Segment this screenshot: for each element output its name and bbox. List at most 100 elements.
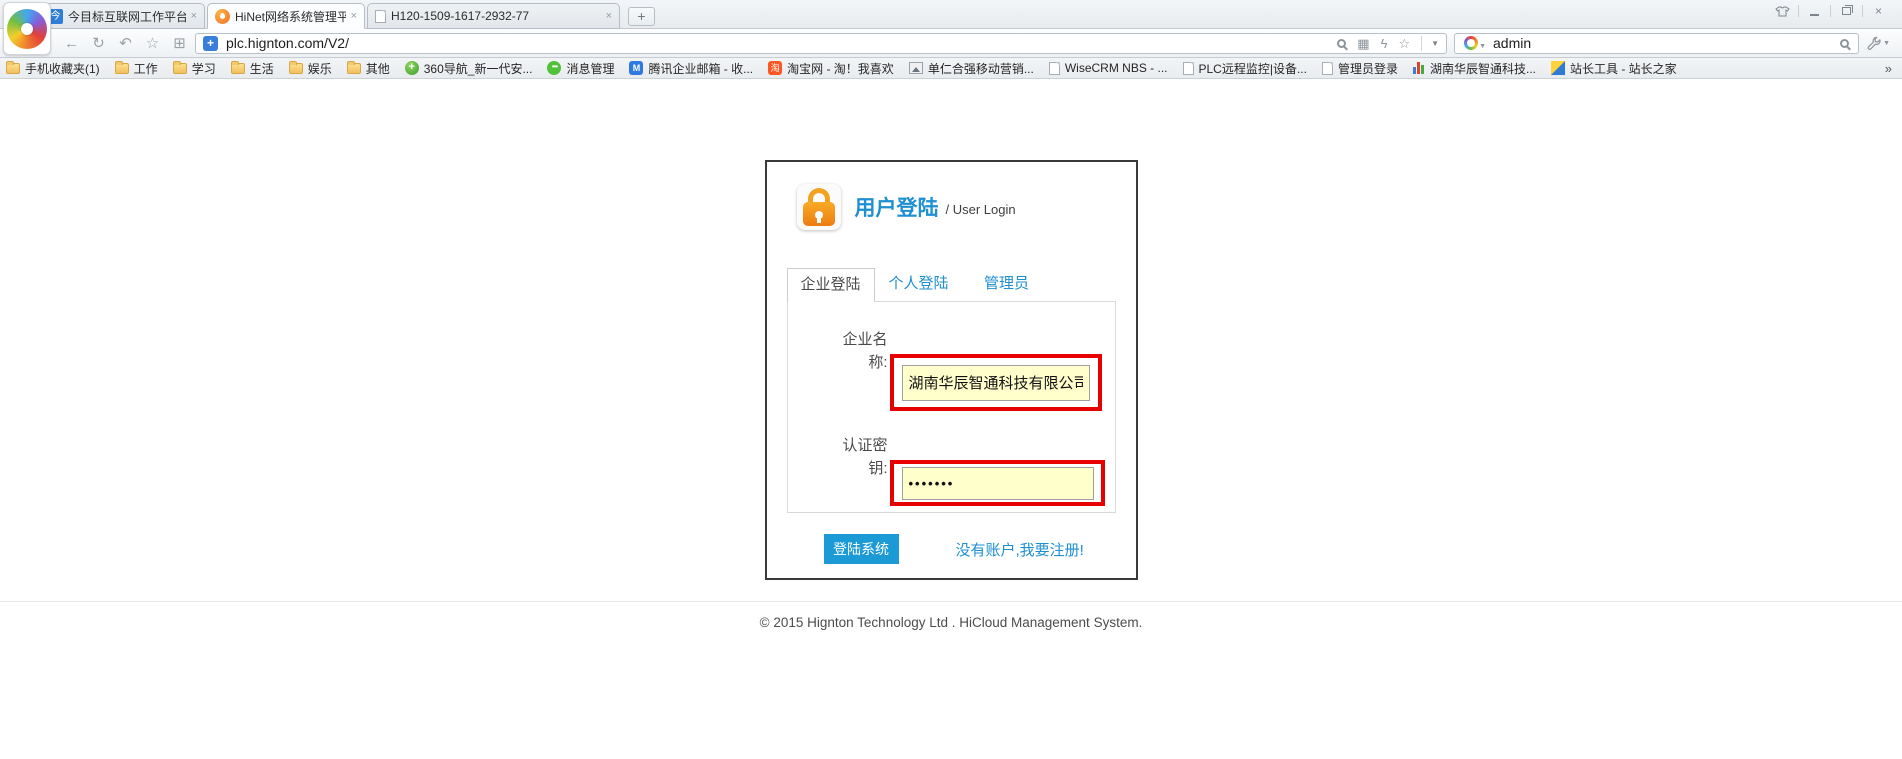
- page-icon: [1322, 62, 1333, 75]
- bookmark-folder-mobile[interactable]: 手机收藏夹(1): [6, 60, 100, 77]
- bookmark-taobao[interactable]: 淘淘宝网 - 淘！我喜欢: [768, 60, 894, 77]
- nav360-icon: [405, 61, 419, 75]
- close-icon: ×: [1875, 5, 1882, 17]
- bar-chart-icon: [1413, 62, 1425, 74]
- page-icon: [1049, 62, 1060, 75]
- tab-title: 今目标互联网工作平台: [68, 8, 186, 25]
- search-magnifier-icon[interactable]: [1840, 39, 1849, 48]
- chat-icon: [547, 61, 561, 75]
- zoom-magnifier-icon[interactable]: [1337, 39, 1346, 48]
- site-favicon-icon: +: [203, 36, 218, 51]
- bookmark-folder-other[interactable]: 其他: [347, 60, 390, 77]
- auth-key-input[interactable]: [902, 467, 1094, 500]
- bookmark-zhanzhang[interactable]: 站长工具 - 站长之家: [1551, 60, 1677, 77]
- folder-icon: [115, 63, 129, 74]
- bookmark-wisecrm[interactable]: WiseCRM NBS - ...: [1049, 61, 1168, 75]
- hinet-favicon-icon: [215, 9, 230, 24]
- login-header: 用户登陆 / User Login: [767, 162, 1136, 230]
- minimize-button[interactable]: [1799, 3, 1830, 19]
- folder-icon: [173, 63, 187, 74]
- login-title-en: / User Login: [946, 202, 1016, 217]
- bookmark-folder-life[interactable]: 生活: [231, 60, 274, 77]
- wrench-icon: [1867, 36, 1881, 50]
- page-favicon-icon: [375, 10, 386, 23]
- tab-title: H120-1509-1617-2932-77: [391, 9, 601, 23]
- window-controls: ×: [1767, 3, 1894, 19]
- restore-button[interactable]: [1831, 3, 1862, 19]
- search-input[interactable]: admin: [1493, 35, 1840, 51]
- tab-hinet-active[interactable]: HiNet网络系统管理平台 ×: [207, 3, 365, 29]
- login-actions: 登陆系统 没有账户,我要注册!: [824, 534, 1116, 564]
- footer-divider: [0, 601, 1902, 602]
- skin-theme-button[interactable]: [1767, 3, 1798, 19]
- bookmarks-bar: 手机收藏夹(1) 工作 学习 生活 娱乐 其他 360导航_新一代安... 消息…: [0, 58, 1902, 79]
- new-tab-button[interactable]: +: [628, 7, 655, 26]
- login-fieldset: 企业名 称: 认证密 钥:: [787, 301, 1116, 513]
- browser-logo[interactable]: [3, 2, 51, 55]
- company-name-row: 企业名 称:: [788, 328, 1115, 411]
- search-box[interactable]: ▼ admin: [1454, 33, 1859, 54]
- tab-personal-login[interactable]: 个人登陆: [875, 268, 963, 301]
- bookmark-star-icon[interactable]: ☆: [1398, 37, 1410, 50]
- photo-icon: [909, 62, 923, 74]
- tab-enterprise-login[interactable]: 企业登陆: [787, 268, 875, 302]
- page-icon: [1183, 62, 1194, 75]
- bookmark-plc-monitor[interactable]: PLC远程监控|设备...: [1183, 60, 1307, 77]
- login-tabs: 企业登陆 个人登陆 管理员: [787, 268, 1116, 301]
- auth-key-label: 认证密 钥:: [788, 434, 888, 506]
- undo-icon[interactable]: ↶: [112, 34, 139, 52]
- browser-toolbar: ← ↻ ↶ ☆ ⊞ + plc.hignton.com/V2/ ▦ ϟ ☆ ▼ …: [0, 29, 1902, 58]
- tab-close-icon[interactable]: ×: [351, 11, 357, 22]
- tab-title: HiNet网络系统管理平台: [235, 8, 346, 25]
- address-bar-actions: ▦ ϟ ☆ ▼: [1326, 36, 1439, 51]
- footer-copyright: © 2015 Hignton Technology Ltd . HiCloud …: [0, 615, 1902, 630]
- auth-key-input-highlight: [890, 460, 1105, 506]
- bookmark-huachen[interactable]: 湖南华辰智通科技...: [1413, 60, 1536, 77]
- apps-grid-icon[interactable]: ⊞: [166, 34, 193, 52]
- close-button[interactable]: ×: [1863, 3, 1894, 19]
- folder-icon: [231, 63, 245, 74]
- favorite-star-icon[interactable]: ☆: [139, 34, 166, 52]
- bookmark-tencent-mail[interactable]: M腾讯企业邮箱 - 收...: [629, 60, 753, 77]
- back-icon[interactable]: ←: [58, 35, 85, 52]
- company-input-highlight: [890, 354, 1102, 411]
- company-name-input[interactable]: [902, 365, 1090, 401]
- bookmark-messages[interactable]: 消息管理: [547, 60, 614, 77]
- bookmark-folder-fun[interactable]: 娱乐: [289, 60, 332, 77]
- folder-icon: [347, 63, 361, 74]
- page-content: 用户登陆 / User Login 企业登陆 个人登陆 管理员 企业名 称: 认…: [0, 160, 1902, 759]
- login-box: 用户登陆 / User Login 企业登陆 个人登陆 管理员 企业名 称: 认…: [765, 160, 1138, 580]
- tools-wrench-button[interactable]: ▼: [1867, 36, 1890, 50]
- bookmark-folder-work[interactable]: 工作: [115, 60, 158, 77]
- tab-jinmubiao[interactable]: 今 今目标互联网工作平台 ×: [40, 3, 205, 29]
- refresh-icon[interactable]: ↻: [85, 34, 112, 52]
- tab-strip: 今 今目标互联网工作平台 × HiNet网络系统管理平台 × H120-1509…: [40, 3, 655, 29]
- company-name-label: 企业名 称:: [788, 328, 888, 411]
- tab-h120[interactable]: H120-1509-1617-2932-77 ×: [367, 3, 620, 29]
- bookmark-admin-login[interactable]: 管理员登录: [1322, 60, 1398, 77]
- address-bar[interactable]: + plc.hignton.com/V2/ ▦ ϟ ☆ ▼: [195, 33, 1447, 54]
- qr-code-icon[interactable]: ▦: [1357, 37, 1369, 50]
- login-submit-button[interactable]: 登陆系统: [824, 534, 899, 564]
- bookmark-folder-study[interactable]: 学习: [173, 60, 216, 77]
- login-title-zh: 用户登陆: [855, 192, 939, 222]
- tab-close-icon[interactable]: ×: [606, 11, 612, 22]
- folder-icon: [6, 63, 20, 74]
- search-engine-icon[interactable]: [1464, 36, 1478, 50]
- bookmark-shanren[interactable]: 单仁合强移动营销...: [909, 60, 1034, 77]
- browser-titlebar: 今 今目标互联网工作平台 × HiNet网络系统管理平台 × H120-1509…: [0, 0, 1902, 29]
- lock-icon: [797, 184, 841, 230]
- bookmarks-overflow-chevron-icon[interactable]: »: [1885, 61, 1896, 76]
- zhanzhang-icon: [1551, 61, 1565, 75]
- restore-icon: [1842, 7, 1851, 15]
- search-engine-caret-icon[interactable]: ▼: [1479, 43, 1486, 50]
- address-dropdown-caret-icon[interactable]: ▼: [1421, 36, 1439, 51]
- mail-icon: M: [629, 61, 643, 75]
- tab-close-icon[interactable]: ×: [191, 11, 197, 22]
- bookmark-360nav[interactable]: 360导航_新一代安...: [405, 60, 533, 77]
- lightning-icon[interactable]: ϟ: [1381, 37, 1388, 50]
- pinwheel-icon: [7, 9, 47, 49]
- url-text[interactable]: plc.hignton.com/V2/: [226, 35, 1326, 51]
- tab-administrator[interactable]: 管理员: [963, 268, 1051, 301]
- register-link[interactable]: 没有账户,我要注册!: [956, 539, 1084, 560]
